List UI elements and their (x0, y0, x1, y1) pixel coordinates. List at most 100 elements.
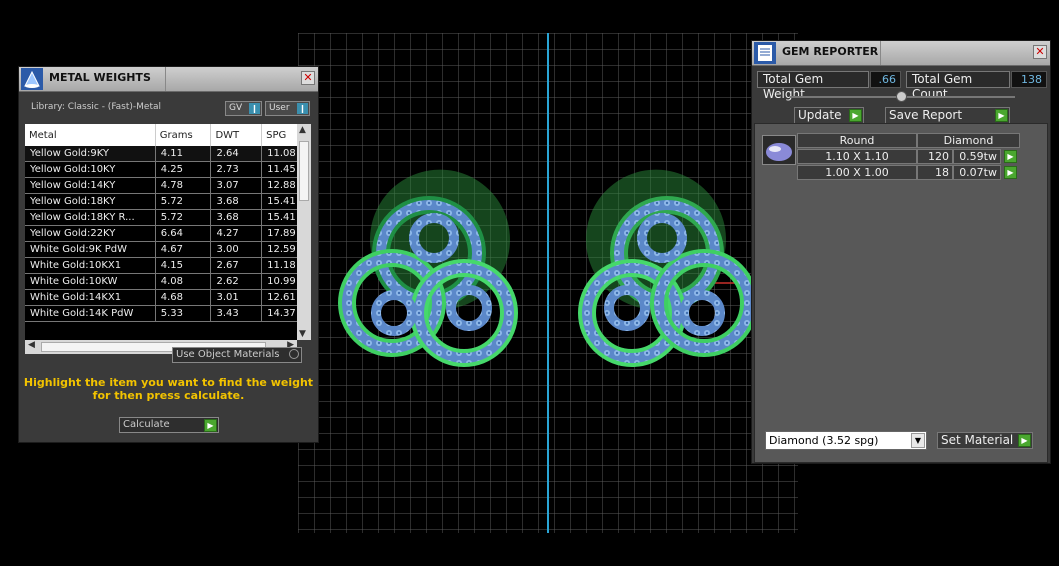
table-cell: Yellow Gold:22KY (25, 225, 156, 242)
calculate-arrow-icon: ▶ (204, 419, 217, 432)
table-cell: Yellow Gold:18KY (25, 193, 156, 210)
table-row[interactable]: White Gold:10KW 4.08 2.62 10.99 (25, 273, 311, 290)
user-indicator-icon: ❙ (297, 103, 308, 114)
table-cell: White Gold:10KW (25, 273, 156, 290)
col-shape-header: Round (797, 133, 917, 148)
table-row[interactable]: Yellow Gold:9KY 4.11 2.64 11.08 (25, 146, 311, 162)
table-cell: 4.25 (155, 161, 212, 178)
total-gem-count-label: Total Gem Count (906, 71, 1010, 101)
table-row[interactable]: White Gold:14KX1 4.68 3.01 12.61 (25, 289, 311, 306)
metal-weights-panel: METAL WEIGHTS ✕ Library: Classic - (Fast… (18, 66, 319, 443)
table-cell: 3.68 (210, 209, 263, 226)
scroll-down-icon[interactable]: ▼ (299, 329, 306, 339)
gem-size-2: 1.00 X 1.00 (797, 165, 917, 180)
save-report-button[interactable]: Save Report ▶ (885, 107, 1010, 124)
table-cell: White Gold:14K PdW (25, 305, 156, 322)
metal-table-header: Metal Grams DWT SPG (25, 124, 311, 146)
table-cell: Yellow Gold:18KY R... (25, 209, 156, 226)
table-row[interactable]: White Gold:14K PdW 5.33 3.43 14.37 (25, 305, 311, 322)
table-cell: Yellow Gold:14KY (25, 177, 156, 194)
calculate-button[interactable]: Calculate ▶ (119, 417, 219, 433)
gem-reporter-titlebar[interactable]: GEM REPORTER ✕ (752, 41, 1050, 66)
table-row[interactable]: White Gold:10KX1 4.15 2.67 11.18 (25, 257, 311, 274)
metal-weights-titlebar[interactable]: METAL WEIGHTS ✕ (19, 67, 318, 92)
col-metal[interactable]: Metal (25, 124, 156, 146)
table-cell: 5.72 (155, 209, 212, 226)
table-cell: 2.64 (210, 146, 263, 162)
gem-reporter-icon (754, 42, 776, 64)
user-toggle[interactable]: User ❙ (265, 101, 310, 116)
table-cell: 6.64 (155, 225, 212, 242)
table-row[interactable]: Yellow Gold:14KY 4.78 3.07 12.88 (25, 177, 311, 194)
gem-size-1: 1.10 X 1.10 (797, 149, 917, 164)
gem-row-1-arrow-icon[interactable]: ▶ (1004, 150, 1017, 163)
round-diamond-thumbnail[interactable] (762, 135, 796, 165)
table-cell: Yellow Gold:10KY (25, 161, 156, 178)
metal-weights-title: METAL WEIGHTS (49, 71, 151, 84)
table-cell: 3.01 (210, 289, 263, 306)
scroll-up-icon[interactable]: ▲ (299, 125, 306, 135)
table-cell: 4.27 (210, 225, 263, 242)
table-cell: 3.07 (210, 177, 263, 194)
table-cell: 3.43 (210, 305, 263, 322)
table-cell: 4.68 (155, 289, 212, 306)
gem-count-1: 120 (917, 149, 953, 164)
hint-line-2: for then press calculate. (92, 389, 245, 402)
total-gem-weight-label: Total Gem Weight (757, 71, 869, 101)
table-cell: White Gold:10KX1 (25, 257, 156, 274)
gem-tw-2: 0.07tw (953, 165, 1001, 180)
use-object-materials-toggle[interactable]: Use Object Materials (172, 347, 302, 363)
gem-reporter-panel: GEM REPORTER ✕ Total Gem Weight .66 Tota… (751, 40, 1051, 464)
table-row[interactable]: Yellow Gold:18KY 5.72 3.68 15.41 (25, 193, 311, 210)
library-label: Library: Classic - (Fast)-Metal (31, 102, 162, 112)
chevron-down-icon[interactable]: ▼ (911, 433, 925, 448)
table-cell: 5.33 (155, 305, 212, 322)
metal-table-vscrollbar[interactable]: ▲ ▼ (297, 124, 311, 340)
update-arrow-icon: ▶ (849, 109, 862, 122)
scroll-thumb[interactable] (299, 141, 309, 201)
table-cell: Yellow Gold:9KY (25, 146, 156, 162)
table-cell: White Gold:9K PdW (25, 241, 156, 258)
table-cell: 2.62 (210, 273, 263, 290)
gem-row-2-arrow-icon[interactable]: ▶ (1004, 166, 1017, 179)
gem-count-2: 18 (917, 165, 953, 180)
total-gem-count-value: 138 (1011, 71, 1047, 88)
set-material-arrow-icon: ▶ (1018, 434, 1031, 447)
metal-weights-icon (21, 68, 43, 90)
update-button[interactable]: Update ▶ (794, 107, 864, 124)
table-cell: White Gold:14KX1 (25, 289, 156, 306)
table-row[interactable]: Yellow Gold:22KY 6.64 4.27 17.89 (25, 225, 311, 242)
metal-table: Metal Grams DWT SPG Yellow Gold:9KY 4.11 2… (25, 124, 311, 340)
table-row[interactable]: Yellow Gold:18KY R... 5.72 3.68 15.41 (25, 209, 311, 226)
gem-tw-1: 0.59tw (953, 149, 1001, 164)
gem-reporter-title: GEM REPORTER (782, 45, 879, 58)
set-material-button[interactable]: Set Material ▶ (937, 432, 1033, 449)
table-cell: 4.15 (155, 257, 212, 274)
table-cell: 4.11 (155, 146, 212, 162)
3d-viewport[interactable] (298, 33, 798, 533)
title-divider (165, 67, 166, 91)
table-cell: 3.00 (210, 241, 263, 258)
gem-list-area: Round Diamond 1.10 X 1.10 120 0.59tw ▶ 1… (754, 123, 1048, 463)
table-cell: 2.67 (210, 257, 263, 274)
table-cell: 4.67 (155, 241, 212, 258)
col-dwt[interactable]: DWT (210, 124, 263, 146)
metal-table-body: Yellow Gold:9KY 4.11 2.64 11.08 Yellow Gold:… (25, 146, 311, 322)
gv-toggle[interactable]: GV ❙ (225, 101, 262, 116)
table-cell: 5.72 (155, 193, 212, 210)
total-gem-weight-value: .66 (870, 71, 901, 88)
material-select[interactable]: Diamond (3.52 spg) ▼ (765, 431, 927, 450)
gem-size-slider-handle[interactable] (896, 91, 907, 102)
viewport-canvas (298, 33, 798, 533)
round-diamond-icon (766, 143, 792, 161)
table-row[interactable]: Yellow Gold:10KY 4.25 2.73 11.45 (25, 161, 311, 178)
close-gem-reporter-button[interactable]: ✕ (1033, 45, 1047, 59)
toggle-circle-icon (289, 349, 299, 359)
title-divider (880, 41, 881, 65)
col-grams[interactable]: Grams (155, 124, 212, 146)
hint-line-1: Highlight the item you want to find the … (23, 376, 314, 389)
table-cell: 4.08 (155, 273, 212, 290)
close-metal-weights-button[interactable]: ✕ (301, 71, 315, 85)
scroll-left-icon[interactable]: ◀ (28, 340, 35, 350)
table-row[interactable]: White Gold:9K PdW 4.67 3.00 12.59 (25, 241, 311, 258)
